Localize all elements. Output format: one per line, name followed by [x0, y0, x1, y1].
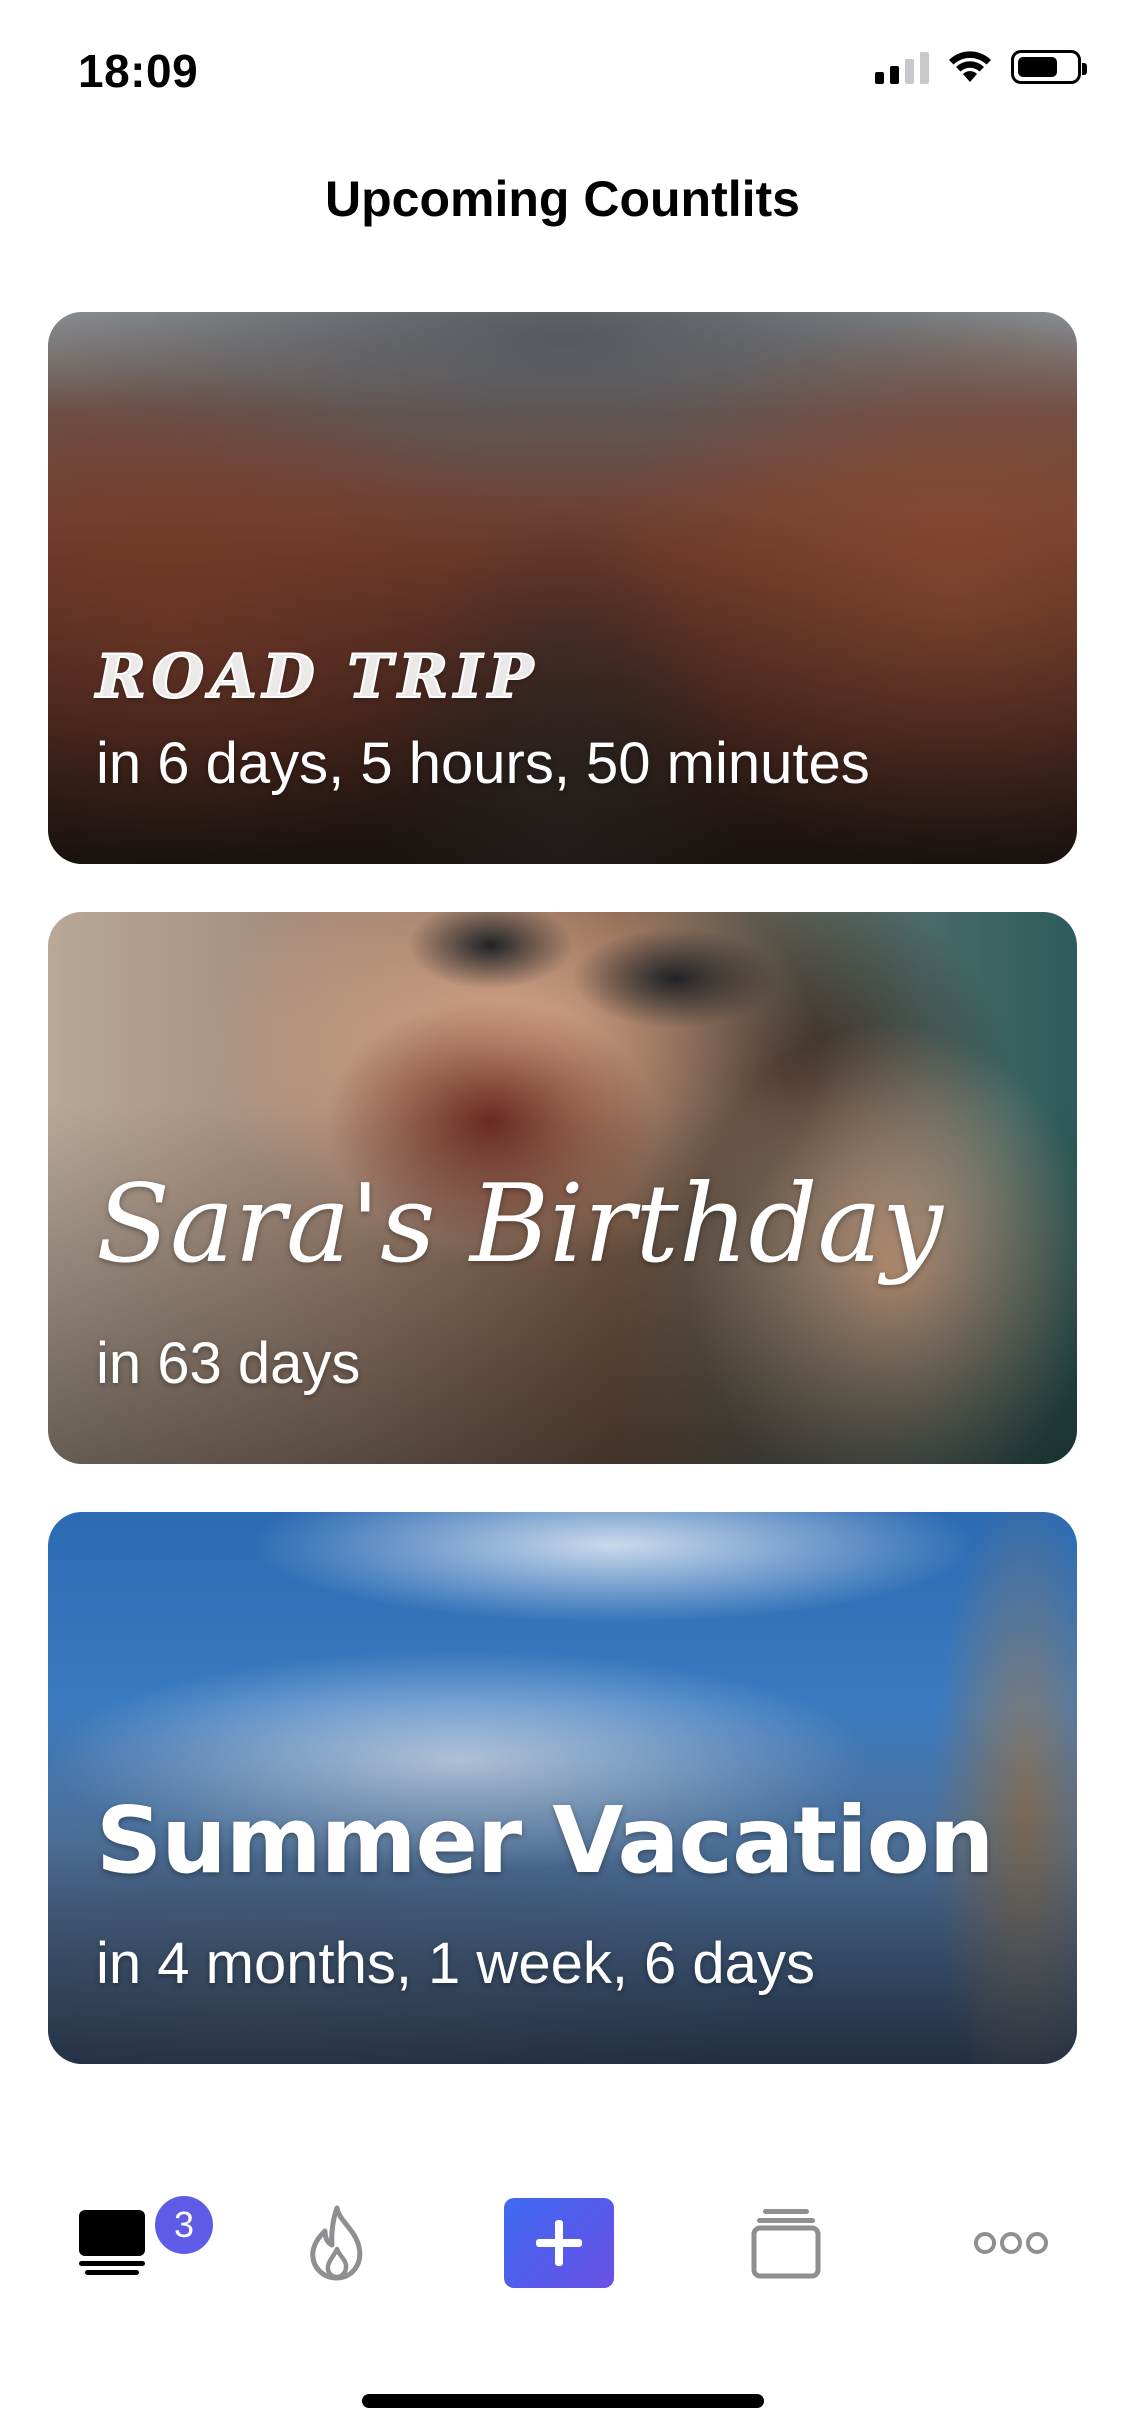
more-dots-icon	[974, 2232, 1048, 2254]
home-list-icon	[79, 2210, 145, 2275]
countdown-title: Sara's Birthday	[96, 1162, 943, 1287]
status-icons	[875, 50, 1087, 84]
countdown-title: Road Trip	[95, 641, 540, 713]
countdown-card-birthday[interactable]: Sara's Birthday in 63 days	[48, 912, 1077, 1464]
countdown-card-summer-vacation[interactable]: Summer Vacation in 4 months, 1 week, 6 d…	[48, 1512, 1077, 2064]
countdown-remaining: in 63 days	[96, 1331, 361, 1396]
add-countdown-button[interactable]	[504, 2188, 614, 2298]
wifi-icon	[949, 51, 991, 82]
battery-level	[1018, 57, 1057, 77]
status-time: 18:09	[78, 45, 199, 97]
plus-icon	[536, 2220, 582, 2266]
tab-collections[interactable]	[731, 2188, 841, 2298]
home-indicator	[362, 2394, 764, 2408]
notification-badge: 3	[155, 2196, 213, 2254]
add-button-background	[504, 2198, 614, 2288]
status-bar: 18:09	[0, 0, 1125, 132]
tab-upcoming[interactable]	[57, 2188, 167, 2298]
countdown-remaining: in 4 months, 1 week, 6 days	[96, 1931, 815, 1996]
countdown-remaining: in 6 days, 5 hours, 50 minutes	[96, 731, 870, 796]
countdown-card-road-trip[interactable]: Road Trip in 6 days, 5 hours, 50 minutes	[48, 312, 1077, 864]
cellular-signal-icon	[875, 50, 929, 84]
battery-icon	[1011, 50, 1087, 84]
flame-icon	[310, 2205, 363, 2281]
tab-popular[interactable]	[282, 2188, 392, 2298]
tab-more[interactable]	[956, 2188, 1066, 2298]
countdown-title: Summer Vacation	[96, 1787, 994, 1894]
battery-cap	[1082, 63, 1087, 75]
stacked-cards-icon	[751, 2209, 821, 2279]
page-title: Upcoming Countlits	[325, 171, 800, 227]
